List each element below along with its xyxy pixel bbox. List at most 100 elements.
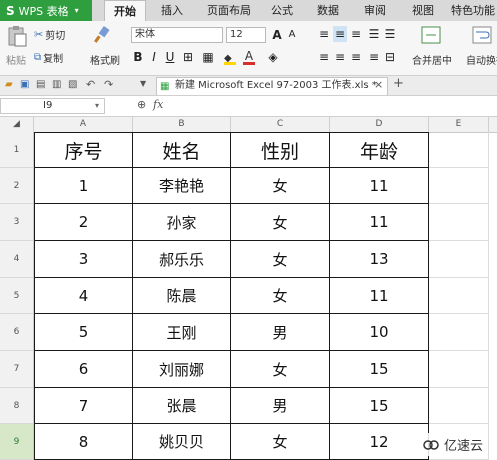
table-cell[interactable]: 12 (330, 424, 429, 460)
align-left-icon[interactable]: ≡ (317, 49, 331, 65)
format-painter-button[interactable] (92, 25, 112, 45)
close-tab-icon[interactable]: × (374, 78, 383, 91)
justify-icon[interactable]: ≡ (367, 49, 381, 65)
export-icon[interactable]: ▧ (68, 79, 77, 90)
table-cell[interactable]: 1 (34, 168, 133, 204)
table-cell[interactable]: 2 (34, 204, 133, 241)
customize-dropdown-icon[interactable]: ▼ (140, 79, 146, 88)
shrink-font-icon[interactable]: A (285, 27, 299, 43)
table-cell[interactable]: 李艳艳 (133, 168, 231, 204)
print-icon[interactable]: ▥ (52, 79, 61, 90)
table-cell[interactable]: 刘丽娜 (133, 351, 231, 388)
row-header-2[interactable]: 2 (0, 168, 34, 204)
table-cell[interactable]: 男 (231, 388, 330, 424)
table-cell[interactable]: 女 (231, 168, 330, 204)
clear-format-icon[interactable]: ◈ (266, 49, 280, 65)
row-header-9[interactable]: 9 (0, 424, 34, 460)
copy-button[interactable]: ⧉ 复制 (34, 50, 63, 65)
grow-font-icon[interactable]: A (270, 27, 284, 43)
table-cell[interactable]: 5 (34, 314, 133, 351)
row-header-3[interactable]: 3 (0, 204, 34, 241)
italic-button[interactable]: I (147, 49, 161, 65)
print-preview-icon[interactable]: ▤ (36, 79, 45, 90)
open-folder-icon[interactable]: ▰ (5, 79, 13, 90)
row-header-5[interactable]: 5 (0, 278, 34, 314)
font-name-select[interactable]: 宋体 (131, 27, 223, 43)
table-cell[interactable]: 王刚 (133, 314, 231, 351)
empty-cell[interactable] (429, 241, 489, 278)
name-box[interactable]: I9 ▾ (0, 98, 105, 114)
align-bottom-icon[interactable]: ≡ (349, 26, 363, 42)
table-cell[interactable]: 3 (34, 241, 133, 278)
table-header-cell[interactable]: 性别 (231, 132, 330, 168)
align-right-icon[interactable]: ≡ (349, 49, 363, 65)
empty-cell[interactable] (429, 278, 489, 314)
column-header-c[interactable]: C (231, 117, 330, 132)
table-cell[interactable]: 女 (231, 278, 330, 314)
empty-cell[interactable] (429, 168, 489, 204)
table-cell[interactable]: 女 (231, 424, 330, 460)
table-cell[interactable]: 陈晨 (133, 278, 231, 314)
table-cell[interactable]: 11 (330, 168, 429, 204)
empty-cell[interactable] (429, 351, 489, 388)
cut-button[interactable]: ✂ 剪切 (34, 27, 65, 42)
new-tab-icon[interactable]: + (393, 76, 404, 91)
column-header-b[interactable]: B (133, 117, 231, 132)
empty-cell[interactable] (429, 388, 489, 424)
align-top-icon[interactable]: ≡ (317, 26, 331, 42)
auto-wrap-button[interactable] (472, 25, 492, 45)
table-cell[interactable]: 11 (330, 278, 429, 314)
select-all-corner[interactable]: ◢ (0, 117, 34, 132)
tab-view[interactable]: 视图 (403, 0, 443, 21)
table-header-cell[interactable]: 序号 (34, 132, 133, 168)
table-cell[interactable]: 姚贝贝 (133, 424, 231, 460)
table-cell[interactable]: 4 (34, 278, 133, 314)
fill-color-button[interactable]: ◆ (224, 51, 236, 65)
tab-special-features[interactable]: 特色功能 (449, 0, 497, 21)
table-cell[interactable]: 15 (330, 351, 429, 388)
table-header-cell[interactable]: 姓名 (133, 132, 231, 168)
table-cell[interactable]: 张晨 (133, 388, 231, 424)
tab-page-layout[interactable]: 页面布局 (199, 0, 259, 21)
table-cell[interactable]: 15 (330, 388, 429, 424)
cell-style-icon[interactable]: ▦ (201, 49, 215, 65)
table-cell[interactable]: 10 (330, 314, 429, 351)
font-size-select[interactable]: 12 (226, 27, 266, 43)
redo-icon[interactable]: ↷ (104, 78, 113, 91)
align-center-icon[interactable]: ≡ (333, 49, 347, 65)
align-middle-icon[interactable]: ≡ (333, 26, 347, 42)
table-cell[interactable]: 郝乐乐 (133, 241, 231, 278)
underline-button[interactable]: U (163, 49, 177, 65)
row-header-1[interactable]: 1 (0, 132, 34, 168)
table-cell[interactable]: 男 (231, 314, 330, 351)
row-header-7[interactable]: 7 (0, 351, 34, 388)
row-header-6[interactable]: 6 (0, 314, 34, 351)
font-color-button[interactable]: A (243, 49, 255, 65)
column-header-a[interactable]: A (34, 117, 133, 132)
tab-formulas[interactable]: 公式 (262, 0, 302, 21)
app-menu-button[interactable]: S WPS 表格 ▾ (0, 0, 92, 21)
table-cell[interactable]: 8 (34, 424, 133, 460)
tab-review[interactable]: 审阅 (355, 0, 395, 21)
row-header-4[interactable]: 4 (0, 241, 34, 278)
row-header-8[interactable]: 8 (0, 388, 34, 424)
bold-button[interactable]: B (131, 49, 145, 65)
table-cell[interactable]: 女 (231, 241, 330, 278)
indent-decrease-icon[interactable]: ☰ (367, 26, 381, 42)
merge-center-button[interactable] (420, 25, 442, 45)
table-cell[interactable]: 6 (34, 351, 133, 388)
table-cell[interactable]: 11 (330, 204, 429, 241)
empty-cell[interactable] (429, 132, 489, 168)
column-header-d[interactable]: D (330, 117, 429, 132)
empty-cell[interactable] (429, 314, 489, 351)
tab-insert[interactable]: 插入 (152, 0, 192, 21)
zoom-search-icon[interactable]: ⊕ (137, 98, 146, 111)
save-icon[interactable]: ▣ (20, 79, 29, 90)
table-cell[interactable]: 女 (231, 351, 330, 388)
paste-button[interactable] (6, 25, 28, 47)
formula-input[interactable] (172, 98, 497, 114)
table-cell[interactable]: 13 (330, 241, 429, 278)
indent-increase-icon[interactable]: ☰ (383, 26, 397, 42)
function-icon[interactable]: fx (153, 98, 163, 111)
table-cell[interactable]: 女 (231, 204, 330, 241)
